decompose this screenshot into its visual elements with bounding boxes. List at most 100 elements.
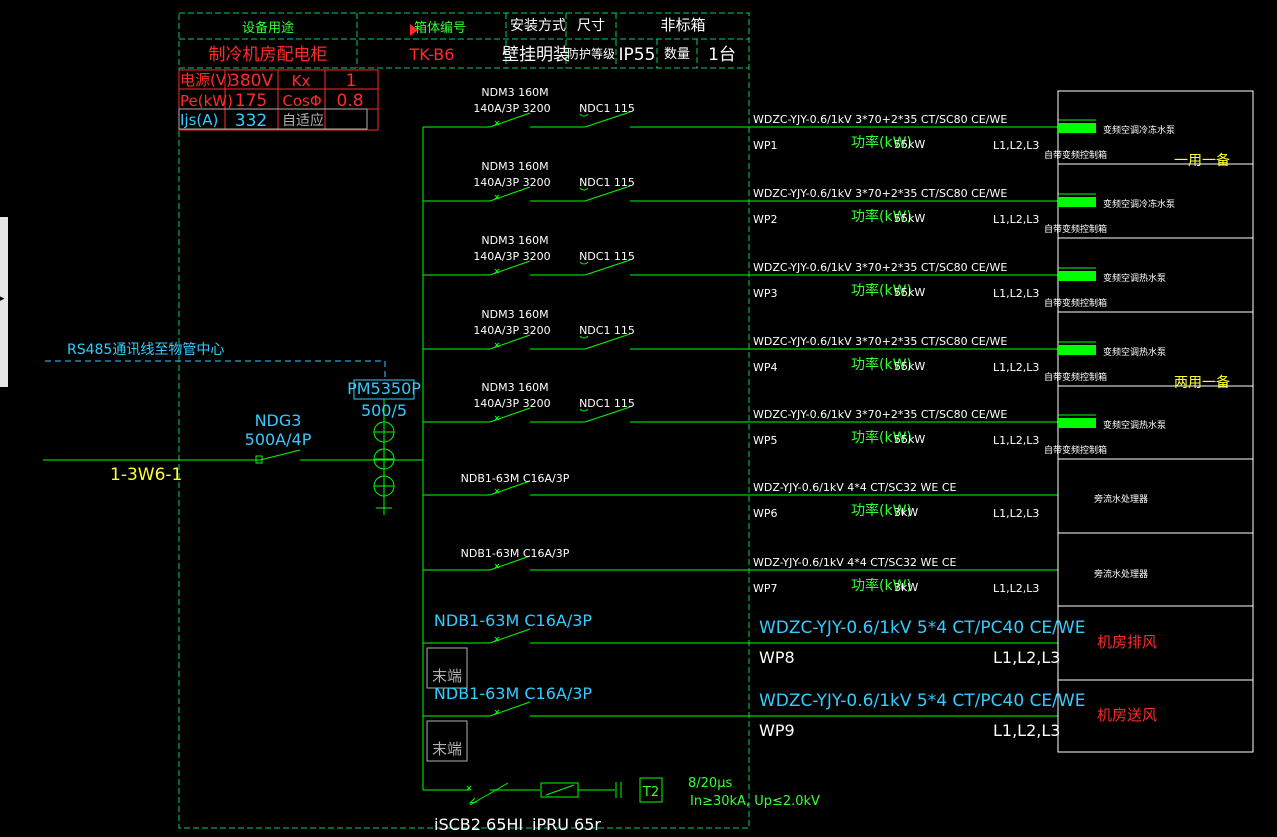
breaker-blade xyxy=(489,260,531,276)
spd-waveform: 8/20μs xyxy=(688,776,732,791)
param-label-ijs: Ijs(A) xyxy=(180,111,218,129)
cable-spec: WDZC-YJY-0.6/1kV 3*70+2*35 CT/SC80 CE/WE xyxy=(753,335,1007,348)
cable-spec: WDZC-YJY-0.6/1kV 3*70+2*35 CT/SC80 CE/WE xyxy=(753,187,1007,200)
vfd-device-icon xyxy=(1058,418,1096,428)
power-value: 55kW xyxy=(894,286,925,299)
cable-spec: WDZC-YJY-0.6/1kV 3*70+2*35 CT/SC80 CE/WE xyxy=(753,113,1007,126)
phase-label: L1,L2,L3 xyxy=(993,648,1060,667)
header-label-size: 尺寸 xyxy=(577,18,605,34)
contactor-model: NDC1 115 xyxy=(579,397,635,410)
vfd-device-icon xyxy=(1058,197,1096,207)
spd-model: iPRU 65r xyxy=(532,815,601,834)
breaker-model: NDB1-63M C16A/3P xyxy=(461,547,570,560)
header-value-nonstandard: 非标箱 xyxy=(660,16,705,34)
phase-label: L1,L2,L3 xyxy=(993,361,1039,374)
load-name: 变频空调冷冻水泵 xyxy=(1103,198,1175,210)
circuit-id: WP5 xyxy=(753,434,778,447)
meter-model: PM5350P xyxy=(347,379,421,398)
load-name: 变频空调热水泵 xyxy=(1103,346,1166,358)
rs485-label: RS485通讯线至物管中心 xyxy=(67,342,224,358)
param-value-voltage: 380V xyxy=(229,71,273,91)
breaker-rating: 140A/3P 3200 xyxy=(473,250,550,263)
control-box-name: 自带变频控制箱 xyxy=(1044,149,1107,161)
main-breaker-model: NDG3 xyxy=(255,411,302,430)
param-value-ijs: 332 xyxy=(235,111,267,131)
load-name: 旁流水处理器 xyxy=(1094,493,1148,505)
header-value-install: 壁挂明装 xyxy=(502,45,570,65)
circuit-id: WP3 xyxy=(753,287,778,300)
load-name: 变频空调热水泵 xyxy=(1103,272,1166,284)
breaker-rating: 140A/3P 3200 xyxy=(473,102,550,115)
contactor-model: NDC1 115 xyxy=(579,102,635,115)
breaker-model: NDB1-63M C16A/3P xyxy=(434,684,593,703)
contactor-model: NDC1 115 xyxy=(579,176,635,189)
breaker-model: NDB1-63M C16A/3P xyxy=(434,611,593,630)
breaker-blade xyxy=(489,701,531,717)
control-box-name: 自带变频控制箱 xyxy=(1044,444,1107,456)
load-name: 变频空调冷冻水泵 xyxy=(1103,124,1175,136)
cable-spec: WDZC-YJY-0.6/1kV 5*4 CT/PC40 CE/WE xyxy=(759,618,1085,638)
vfd-device-icon xyxy=(1058,123,1096,133)
main-breaker-blade xyxy=(259,449,301,461)
breaker-blade xyxy=(489,334,531,350)
source-label: 1-3W6-1 xyxy=(110,465,182,485)
breaker-blade xyxy=(489,628,531,644)
breaker-blade xyxy=(489,407,531,423)
circuit-id: WP2 xyxy=(753,213,778,226)
control-box-name: 自带变频控制箱 xyxy=(1044,223,1107,235)
contactor-model: NDC1 115 xyxy=(579,250,635,263)
cable-spec: WDZ-YJY-0.6/1kV 4*4 CT/SC32 WE CE xyxy=(753,481,957,494)
vfd-device-icon xyxy=(1058,271,1096,281)
main-breaker-rating: 500A/4P xyxy=(245,430,312,449)
param-label-voltage: 电源(V) xyxy=(180,71,232,89)
vfd-device-icon xyxy=(1058,345,1096,355)
diagram-content: 设备用途制冷机房配电柜 箱体编号 TK-B6 安装方式壁挂明装尺寸防护等级 非标箱IP5… xyxy=(67,16,1230,834)
standby-note: 两用一备 xyxy=(1174,374,1230,391)
header-label-protection: 防护等级 xyxy=(567,46,615,61)
power-value: 55kW xyxy=(894,212,925,225)
standby-note: 一用一备 xyxy=(1174,152,1230,169)
breaker-blade xyxy=(489,112,531,128)
header-value-purpose: 制冷机房配电柜 xyxy=(209,45,328,65)
phase-label: L1,L2,L3 xyxy=(993,434,1039,447)
spd-class: T2 xyxy=(642,785,659,800)
load-name: 机房排风 xyxy=(1097,633,1157,651)
param-label-auto: 自适应 xyxy=(282,112,324,129)
power-value: 3kW xyxy=(894,506,918,519)
header-label-install: 安装方式 xyxy=(510,18,566,34)
header-value-qty: 1台 xyxy=(708,45,736,65)
load-name: 变频空调热水泵 xyxy=(1103,419,1166,431)
breaker-model: NDM3 160M xyxy=(481,86,548,99)
header-label-box-no: 箱体编号 xyxy=(414,20,466,36)
param-label-pe: Pe(kW) xyxy=(180,92,233,110)
param-value-cos: 0.8 xyxy=(336,91,363,111)
ct-ratio: 500/5 xyxy=(361,401,407,420)
spd-breaker-model: iSCB2 65HI xyxy=(434,815,523,834)
breaker-model: NDM3 160M xyxy=(481,308,548,321)
phase-label: L1,L2,L3 xyxy=(993,287,1039,300)
control-box-name: 自带变频控制箱 xyxy=(1044,297,1107,309)
cable-spec: WDZ-YJY-0.6/1kV 4*4 CT/SC32 WE CE xyxy=(753,556,957,569)
breaker-model: NDM3 160M xyxy=(481,234,548,247)
load-name: 旁流水处理器 xyxy=(1094,568,1148,580)
param-label-kx: Kx xyxy=(292,72,311,90)
circuit-id: WP4 xyxy=(753,361,778,374)
circuit-id: WP9 xyxy=(759,721,795,740)
power-value: 3kW xyxy=(894,581,918,594)
circuit-id: WP8 xyxy=(759,648,795,667)
breaker-rating: 140A/3P 3200 xyxy=(473,397,550,410)
breaker-model: NDB1-63M C16A/3P xyxy=(461,472,570,485)
param-value-pe: 175 xyxy=(235,91,267,111)
phase-label: L1,L2,L3 xyxy=(993,721,1060,740)
phase-label: L1,L2,L3 xyxy=(993,213,1039,226)
breaker-blade xyxy=(489,186,531,202)
breaker-model: NDM3 160M xyxy=(481,381,548,394)
terminal-label: 末端 xyxy=(432,667,462,685)
power-value: 55kW xyxy=(894,138,925,151)
spd-arrow-icon xyxy=(468,797,478,804)
power-value: 55kW xyxy=(894,360,925,373)
circuit-id: WP7 xyxy=(753,582,778,595)
cable-spec: WDZC-YJY-0.6/1kV 5*4 CT/PC40 CE/WE xyxy=(759,691,1085,711)
load-name: 机房送风 xyxy=(1097,706,1157,724)
breaker-rating: 140A/3P 3200 xyxy=(473,324,550,337)
